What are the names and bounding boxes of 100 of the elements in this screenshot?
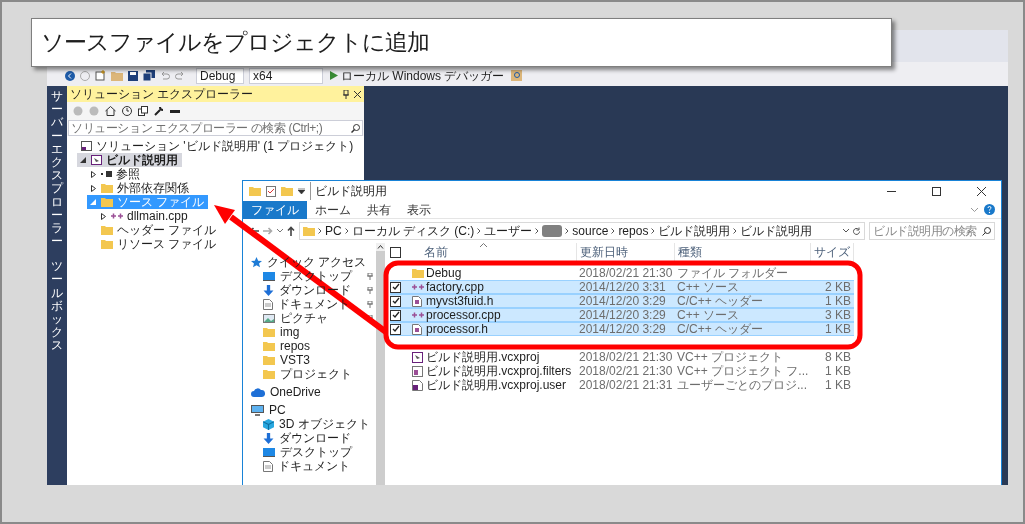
redacted-block	[542, 225, 563, 237]
file-size: 1 KB	[824, 293, 852, 310]
chevron-right-icon	[651, 228, 656, 234]
nav-item[interactable]: PC	[251, 403, 376, 417]
file-type: C++ ソース	[676, 307, 740, 324]
column-header[interactable]: 名前	[412, 243, 576, 261]
chevron-down-icon	[277, 229, 283, 233]
filter-file-icon	[412, 365, 423, 377]
nav-item[interactable]: ドキュメント	[263, 459, 376, 473]
file-row[interactable]: Debug 2018/02/21 21:30 ファイル フォルダー	[390, 266, 854, 280]
header-file-icon	[412, 295, 422, 307]
file-size: 1 KB	[824, 363, 852, 380]
user-file-icon	[412, 379, 423, 391]
nav-item[interactable]: ダウンロード	[263, 431, 376, 445]
configuration-dropdown[interactable]: Debug	[196, 67, 244, 84]
forward-icon	[89, 106, 99, 116]
back-icon	[65, 70, 75, 81]
folder-icon	[101, 197, 113, 207]
platform-dropdown[interactable]: x64	[249, 67, 323, 84]
folder-icon	[101, 239, 113, 249]
file-row[interactable]: processor.h 2014/12/20 3:29 C/C++ ヘッダー 1 KB	[390, 322, 854, 336]
column-header[interactable]: サイズ	[810, 243, 854, 261]
nav-item[interactable]: VST3	[263, 353, 376, 367]
nav-item[interactable]: 3D オブジェクト	[263, 417, 376, 431]
tree-item[interactable]: 外部依存関係	[87, 181, 193, 195]
undo-icon	[160, 70, 170, 81]
row-checkbox[interactable]	[390, 295, 401, 307]
breadcrumb-item[interactable]: ユーザー	[484, 222, 533, 240]
desktop-icon	[263, 447, 275, 457]
run-button[interactable]: ローカル Windows デバッガー	[328, 67, 507, 84]
pin-icon	[367, 286, 373, 294]
breadcrumb-item[interactable]: ビルド説明用	[740, 222, 813, 240]
tree-item[interactable]: リソース ファイル	[87, 237, 221, 251]
nav-item[interactable]: ダウンロード	[263, 283, 376, 297]
nav-item[interactable]: ドキュメント	[263, 297, 376, 311]
side-tab[interactable]: ツールボックス	[50, 260, 63, 353]
ribbon-tab[interactable]: 共有	[359, 200, 399, 219]
nav-item[interactable]: repos	[263, 339, 376, 353]
file-name: ビルド説明用.vcxproj.user	[426, 378, 568, 394]
download-arrow-icon	[263, 432, 274, 444]
file-row[interactable]: myvst3fuid.h 2014/12/20 3:29 C/C++ ヘッダー 1 KB	[390, 294, 854, 308]
folder-icon	[101, 225, 113, 235]
file-row[interactable]: ビルド説明用.vcxproj.filters 2018/02/21 21:30 VC++ プロジェクト フ... 1 KB	[390, 364, 854, 378]
breadcrumb-item[interactable]: repos	[618, 222, 649, 240]
nav-item[interactable]: OneDrive	[251, 385, 376, 399]
tree-item[interactable]: ビルド説明用	[77, 153, 182, 167]
column-header[interactable]: 種類	[674, 243, 810, 261]
tree-item[interactable]: ソリューション 'ビルド説明用' (1 プロジェクト)	[67, 139, 358, 153]
scrollbar[interactable]	[376, 243, 385, 485]
row-checkbox[interactable]	[390, 309, 401, 321]
header-file-icon	[412, 323, 422, 335]
nav-item[interactable]: プロジェクト	[263, 367, 376, 381]
folder-icon	[281, 186, 293, 196]
search-field[interactable]: ソリューション エクスプローラー の検索 (Ctrl+;)	[68, 120, 363, 136]
select-all-checkbox[interactable]	[390, 246, 401, 258]
search-field[interactable]: ビルド説明用の検索	[869, 222, 995, 240]
chevron-down-icon	[843, 229, 849, 233]
file-row[interactable]: ビルド説明用.vcxproj 2018/02/21 21:30 VC++ プロジェクト 8 KB	[390, 350, 854, 364]
tree-item[interactable]: ヘッダー ファイル	[87, 223, 221, 237]
tree-item[interactable]: 参照	[87, 167, 144, 181]
panel-title: ソリューション エクスプローラー	[70, 87, 254, 101]
minimize-icon	[886, 190, 896, 192]
file-size: 1 KB	[824, 321, 852, 338]
row-checkbox[interactable]	[390, 281, 401, 293]
forward-icon	[80, 70, 90, 81]
file-row[interactable]: ビルド説明用.vcxproj.user 2018/02/21 21:31 ユーザーごとのプロジ... 1 KB	[390, 378, 854, 392]
breadcrumb-item[interactable]: PC	[325, 222, 342, 240]
modified-date: 2018/02/21 21:30	[578, 363, 674, 380]
file-row[interactable]: factory.cpp 2014/12/20 3:31 C++ ソース 2 KB	[390, 280, 854, 294]
row-checkbox[interactable]	[390, 323, 401, 335]
ribbon-tab[interactable]: ホーム	[307, 200, 359, 219]
file-size: 2 KB	[824, 279, 852, 296]
ribbon-tab[interactable]: 表示	[399, 200, 439, 219]
folder-icon	[249, 186, 261, 196]
nav-item[interactable]: デスクトップ	[263, 445, 376, 459]
up-arrow-icon	[287, 226, 295, 236]
file-type: C++ ソース	[676, 279, 740, 296]
nav-item[interactable]: img	[263, 325, 376, 339]
side-tab[interactable]: サーバーエクスプローラー	[50, 90, 63, 249]
file-row[interactable]: processor.cpp 2014/12/20 3:29 C++ ソース 3 KB	[390, 308, 854, 322]
address-bar[interactable]: PC ローカル ディスク (C:) ユーザー source repos ビルド説明用 ビルド説明用	[299, 222, 865, 240]
computer-icon	[251, 404, 264, 416]
breadcrumb-item[interactable]: source	[572, 222, 609, 240]
properties-icon	[266, 185, 276, 197]
breadcrumb-item[interactable]: ローカル ディスク (C:)	[351, 222, 475, 240]
search-icon	[351, 123, 360, 133]
file-name: factory.cpp	[426, 280, 485, 296]
breadcrumb-item[interactable]: ビルド説明用	[658, 222, 731, 240]
file-type: VC++ プロジェクト	[676, 349, 785, 365]
ribbon-tab[interactable]: ファイル	[243, 200, 307, 219]
file-name: Debug	[426, 265, 463, 282]
nav-item[interactable]: ピクチャ	[263, 311, 376, 325]
pin-icon	[343, 89, 349, 99]
modified-date: 2014/12/20 3:29	[578, 293, 667, 310]
document-icon	[263, 460, 273, 472]
download-arrow-icon	[263, 284, 274, 296]
file-size: 3 KB	[824, 307, 852, 324]
column-header[interactable]: 更新日時	[576, 243, 674, 261]
plus-plus-icon	[412, 283, 424, 291]
tree-item[interactable]: dllmain.cpp	[97, 209, 192, 223]
